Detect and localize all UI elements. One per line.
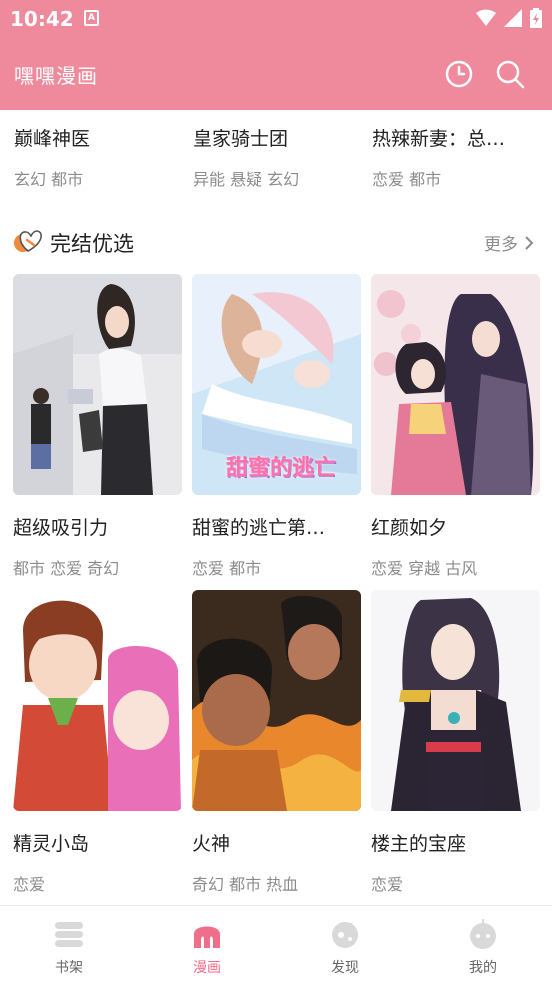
comic-title: 精灵小岛	[13, 833, 90, 855]
search-button[interactable]	[492, 56, 528, 92]
nav-label: 我的	[469, 960, 497, 976]
comic-title: 皇家骑士团	[193, 128, 289, 150]
status-icons	[476, 8, 542, 28]
content-scroll[interactable]: 巅峰神医 玄幻 都市 皇家骑士团 异能 悬疑 玄幻 热辣新妻：总… 恋爱 都市 …	[0, 110, 552, 905]
comic-title: 火神	[192, 833, 231, 855]
comic-card[interactable]: 超级吸引力 都市 恋爱 奇幻	[13, 274, 182, 579]
list-item[interactable]: 热辣新妻：总… 恋爱 都市	[372, 124, 542, 190]
comic-card[interactable]: 甜蜜的逃亡 甜蜜的逃亡第… 恋爱 都市	[192, 274, 361, 579]
comic-genres: 恋爱	[13, 875, 46, 894]
status-bar: 10:42 A	[0, 0, 552, 38]
app-bar: 嘿嘿漫画	[0, 38, 552, 110]
nav-label: 漫画	[193, 960, 221, 976]
history-icon	[445, 60, 473, 88]
signal-icon	[504, 9, 522, 27]
comic-cover	[13, 274, 182, 495]
comic-title: 热辣新妻：总…	[372, 128, 506, 150]
comic-cover	[192, 590, 361, 811]
heart-badge-icon	[14, 230, 42, 252]
comic-card[interactable]: 红颜如夕 恋爱 穿越 古风	[371, 274, 540, 579]
comic-genres: 异能 悬疑 玄幻	[193, 170, 300, 189]
comic-card[interactable]: 火神 奇幻 都市 热血	[192, 590, 361, 895]
comic-title: 巅峰神医	[14, 128, 91, 150]
wifi-icon	[476, 9, 496, 26]
comic-genres: 恋爱 都市	[372, 170, 442, 189]
comic-title: 楼主的宝座	[371, 833, 467, 855]
nav-label: 发现	[331, 960, 359, 976]
comic-genres: 奇幻 都市 热血	[192, 875, 299, 894]
search-icon	[496, 60, 525, 89]
comic-title: 红颜如夕	[371, 517, 448, 539]
comic-genres: 恋爱 都市	[192, 559, 262, 578]
notification-icon: A	[84, 10, 99, 26]
comic-genres: 恋爱 穿越 古风	[371, 559, 478, 578]
comic-cover	[371, 590, 540, 811]
nav-item-profile[interactable]: 我的	[414, 906, 552, 983]
section-header: 完结优选 更多	[0, 220, 552, 264]
profile-icon	[470, 919, 496, 949]
app-title: 嘿嘿漫画	[14, 64, 98, 88]
partial-comic-row: 巅峰神医 玄幻 都市 皇家骑士团 异能 悬疑 玄幻 热辣新妻：总… 恋爱 都市	[0, 110, 552, 194]
more-link[interactable]: 更多	[484, 230, 534, 255]
list-item[interactable]: 巅峰神医 玄幻 都市	[14, 124, 184, 190]
chevron-right-icon	[525, 235, 534, 250]
more-label: 更多	[484, 235, 518, 255]
discover-icon	[332, 922, 358, 948]
nav-item-bookshelf[interactable]: 书架	[0, 906, 138, 983]
comic-cover	[13, 590, 182, 811]
comic-card[interactable]: 精灵小岛 恋爱	[13, 590, 182, 895]
app-screen: 10:42 A 嘿嘿漫画 巅峰神医 玄幻 都市 皇家骑士团 异能 悬疑 玄幻 热…	[0, 0, 552, 983]
comic-cover	[371, 274, 540, 495]
battery-icon	[530, 8, 542, 28]
comic-genres: 都市 恋爱 奇幻	[13, 559, 120, 578]
status-time: 10:42	[10, 7, 74, 31]
bottom-nav: 书架 漫画 发现 我的	[0, 905, 552, 983]
history-button[interactable]	[441, 56, 477, 92]
comic-icon	[194, 926, 220, 948]
section-title: 完结优选	[50, 232, 134, 256]
nav-item-comic[interactable]: 漫画	[138, 906, 276, 983]
comic-genres: 恋爱	[371, 875, 404, 894]
comic-genres: 玄幻 都市	[14, 170, 84, 189]
cover-title-text: 甜蜜的逃亡	[226, 456, 337, 481]
nav-item-discover[interactable]: 发现	[276, 906, 414, 983]
comic-title: 甜蜜的逃亡第…	[192, 517, 326, 539]
comic-title: 超级吸引力	[13, 517, 109, 539]
nav-label: 书架	[55, 960, 83, 976]
bookshelf-icon	[55, 922, 83, 947]
list-item[interactable]: 皇家骑士团 异能 悬疑 玄幻	[193, 124, 363, 190]
comic-card[interactable]: 楼主的宝座 恋爱	[371, 590, 540, 895]
comic-cover: 甜蜜的逃亡	[192, 274, 361, 495]
